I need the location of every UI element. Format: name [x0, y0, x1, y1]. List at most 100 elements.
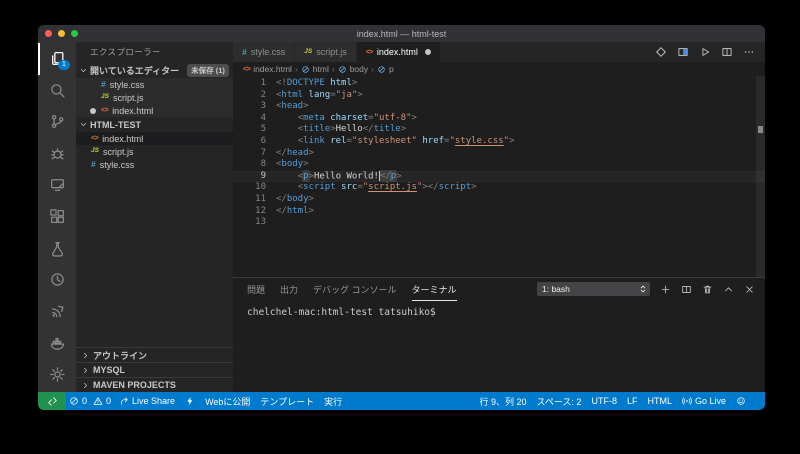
unsaved-badge: 未保存 (1) [187, 64, 229, 77]
status-publish-web[interactable]: Webに公開 [200, 392, 255, 410]
activity-item-explorer[interactable]: 1 [38, 43, 76, 75]
code-editor[interactable]: 1<!DOCTYPE html>2<html lang="ja">3<head>… [233, 76, 765, 277]
close-window-button[interactable] [45, 30, 52, 37]
status-language-mode[interactable]: HTML [642, 392, 677, 410]
panel-tab-問題[interactable]: 問題 [247, 278, 265, 301]
desktop: index.html — html-test 1 エクスプローラー 開いているエ… [0, 0, 800, 454]
status-problems-errors[interactable]: 0 [66, 392, 90, 410]
status-left-items: 00Live ShareWebに公開テンプレート実行 [66, 392, 347, 410]
code-token: html [287, 206, 309, 216]
close-panel-button[interactable] [744, 284, 755, 295]
section-label: アウトライン [93, 349, 147, 362]
line-number: 1 [233, 78, 276, 90]
more-icon [743, 46, 755, 58]
tab-label: index.html [377, 47, 418, 57]
code-line: 9 <p>Hello World!</p> [233, 171, 765, 183]
open-editor-item[interactable]: <>index.html [76, 104, 233, 117]
activity-item-debug[interactable] [38, 138, 76, 170]
breadcrumb-item-html[interactable]: html [301, 64, 329, 74]
activity-item-manage[interactable] [38, 358, 76, 390]
code-line: 11</body> [233, 194, 765, 206]
file-tree: <>index.htmlJSscript.js#style.css [76, 132, 233, 171]
status-go-live[interactable]: Go Live [677, 392, 731, 410]
open-editor-item[interactable]: JSscript.js [76, 91, 233, 104]
line-number: 5 [233, 124, 276, 136]
tab-style.css[interactable]: #style.css [233, 42, 295, 62]
sidebar-section-MAVEN PROJECTS[interactable]: MAVEN PROJECTS [76, 377, 233, 392]
workspace-header[interactable]: HTML-TEST [76, 117, 233, 132]
code-line: 7</head> [233, 148, 765, 160]
terminal-shell-select[interactable]: 1: bash [537, 282, 650, 296]
feed-icon [49, 303, 66, 320]
diamond-icon [655, 46, 667, 58]
editor-actions [655, 42, 765, 62]
breadcrumb-item-index.html[interactable]: <>index.html [243, 64, 292, 74]
code-token: html [281, 90, 303, 100]
status-eol[interactable]: LF [622, 392, 643, 410]
activity-item-source-control[interactable] [38, 106, 76, 138]
activity-item-live-server[interactable] [38, 264, 76, 296]
status-encoding[interactable]: UTF-8 [586, 392, 622, 410]
status-label: 0 [82, 396, 87, 406]
chevron-right-icon [81, 366, 90, 375]
zoom-window-button[interactable] [71, 30, 78, 37]
status-notifications[interactable] [751, 392, 761, 410]
status-template[interactable]: テンプレート [255, 392, 319, 410]
tree-item[interactable]: JSscript.js [76, 145, 233, 158]
line-number: 7 [233, 148, 276, 160]
status-problems-warnings[interactable]: 0 [90, 392, 114, 410]
panel-tab-出力[interactable]: 出力 [280, 278, 298, 301]
status-indentation[interactable]: スペース: 2 [532, 392, 587, 410]
status-cursor-position[interactable]: 行 9、列 20 [474, 392, 531, 410]
open-editors-header[interactable]: 開いているエディター 未保存 (1) [76, 63, 233, 78]
open-preview-side-button[interactable] [677, 46, 689, 58]
activity-item-extensions[interactable] [38, 201, 76, 233]
activity-item-search[interactable] [38, 75, 76, 107]
status-label: LF [627, 396, 638, 406]
line-content: <body> [276, 159, 309, 171]
open-preview-button[interactable] [655, 46, 667, 58]
sidebar-section-アウトライン[interactable]: アウトライン [76, 347, 233, 362]
status-feedback[interactable] [731, 392, 751, 410]
tab-index.html[interactable]: <>index.html [357, 42, 441, 62]
code-token: > [303, 101, 308, 111]
tree-item[interactable]: <>index.html [76, 132, 233, 145]
tab-script.js[interactable]: JSscript.js [295, 42, 356, 62]
terminal[interactable]: chelchel-mac:html-test tatsuhiko$ [233, 300, 765, 392]
activity-item-test[interactable] [38, 232, 76, 264]
open-editor-item[interactable]: #style.css [76, 78, 233, 91]
minimize-window-button[interactable] [58, 30, 65, 37]
status-live-share[interactable]: Live Share [114, 392, 180, 410]
status-zap[interactable] [180, 392, 200, 410]
js-icon: JS [101, 94, 109, 101]
panel-tab-ターミナル[interactable]: ターミナル [412, 278, 457, 301]
activity-item-remote-explorer[interactable] [38, 169, 76, 201]
editor-scrollbar[interactable] [756, 76, 765, 277]
new-terminal-button[interactable] [660, 284, 671, 295]
activity-item-docker[interactable] [38, 327, 76, 359]
status-label: 行 9、列 20 [479, 395, 526, 408]
code-line: 12</html> [233, 206, 765, 218]
breadcrumb-item-body[interactable]: body [338, 64, 368, 74]
tree-item[interactable]: #style.css [76, 158, 233, 171]
chevron-down-icon [79, 66, 88, 75]
run-icon [699, 46, 711, 58]
split-editor-button[interactable] [721, 46, 733, 58]
more-actions-button[interactable] [743, 46, 755, 58]
code-token: meta [303, 113, 325, 123]
broadcast-icon [682, 396, 692, 406]
activity-item-feed[interactable] [38, 295, 76, 327]
remote-indicator[interactable] [38, 392, 66, 410]
panel-tab-デバッグ コンソール[interactable]: デバッグ コンソール [313, 278, 397, 301]
run-button[interactable] [699, 46, 711, 58]
kill-terminal-button[interactable] [702, 284, 713, 295]
breadcrumb-item-p[interactable]: p [377, 64, 394, 74]
maximize-panel-button[interactable] [723, 284, 734, 295]
terminal-prompt: chelchel-mac:html-test tatsuhiko$ [247, 307, 436, 318]
split-terminal-button[interactable] [681, 284, 692, 295]
source-control-icon [49, 113, 66, 130]
chevron-down-icon [79, 120, 88, 129]
sidebar-section-MYSQL[interactable]: MYSQL [76, 362, 233, 377]
status-run-task[interactable]: 実行 [319, 392, 347, 410]
title-bar[interactable]: index.html — html-test [38, 25, 765, 42]
